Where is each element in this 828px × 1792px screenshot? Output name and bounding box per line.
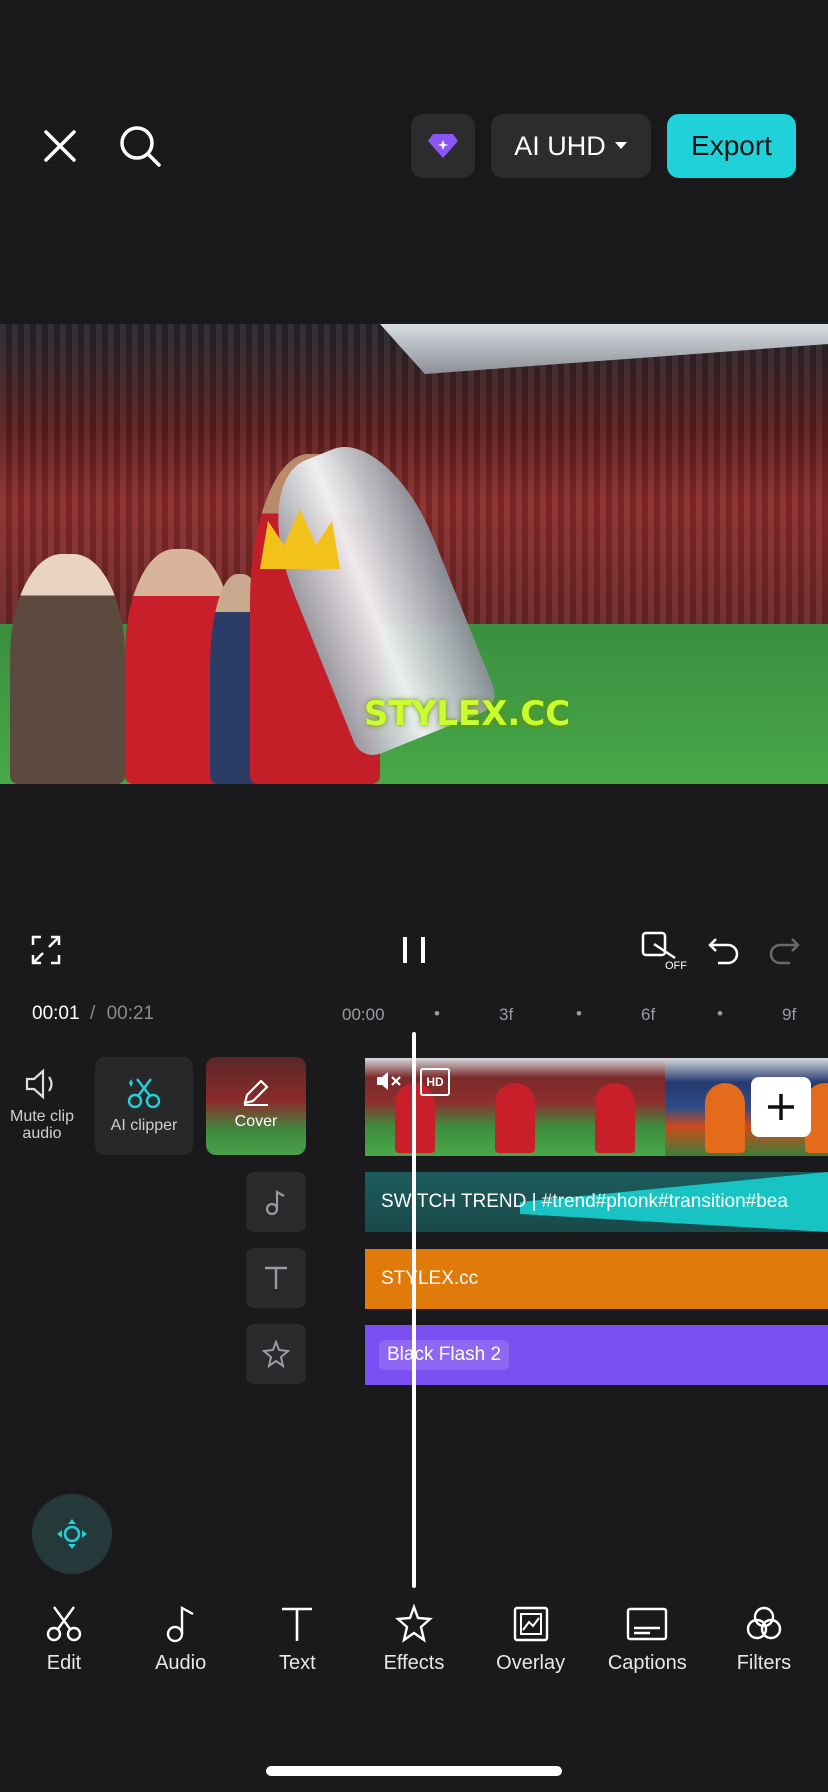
music-clip-title: SWITCH TREND | #trend#phonk#transition#b… [381, 1191, 788, 1212]
add-clip-button[interactable] [751, 1077, 811, 1137]
effect-clip-label: Black Flash 2 [379, 1340, 510, 1370]
toolbar-effects-label: Effects [383, 1652, 445, 1674]
export-button[interactable]: Export [667, 114, 796, 178]
video-thumbnail [465, 1058, 565, 1156]
toolbar-overlay[interactable]: Overlay [475, 1604, 587, 1704]
keyframe-button[interactable] [32, 1494, 112, 1574]
ruler-dot: • [717, 1004, 723, 1023]
cover-label: Cover [234, 1113, 278, 1130]
ai-clipper-label: AI clipper [110, 1117, 178, 1134]
music-clip-label: SWITCH TREND | #trend#phonk#transition#b… [365, 1172, 828, 1232]
text-clip[interactable]: STYLEX.cc [365, 1249, 828, 1309]
text-icon [282, 1607, 313, 1641]
mute-clip-audio-label: Mute clip audio [9, 1108, 75, 1142]
total-time-value: 00:21 [106, 1003, 155, 1024]
filters-icon [746, 1606, 782, 1640]
toolbar-effects[interactable]: Effects [358, 1604, 470, 1704]
add-text-track-button[interactable] [246, 1248, 306, 1308]
scissors-icon [46, 1606, 82, 1642]
quality-label: AI UHD [514, 130, 606, 161]
toolbar-captions-label: Captions [607, 1652, 687, 1674]
video-thumbnail [665, 1058, 765, 1156]
total-time: / 00:21 [90, 1003, 154, 1025]
ruler-dot: • [576, 1004, 582, 1023]
toolbar-edit[interactable]: Edit [8, 1604, 120, 1704]
watermark-text: STYLEX.CC [364, 694, 571, 734]
toolbar-audio-label: Audio [155, 1652, 207, 1674]
ruler-label: 9f [782, 1005, 797, 1024]
bottom-toolbar: Edit Audio Text Effects Overlay Captions… [0, 1604, 828, 1704]
toolbar-text-label: Text [278, 1652, 316, 1674]
caret-down-icon [614, 142, 627, 149]
current-time: 00:01 [32, 1003, 80, 1024]
quality-dropdown[interactable]: AI UHD [491, 114, 651, 178]
toolbar-audio[interactable]: Audio [125, 1604, 237, 1704]
toolbar-filters[interactable]: Filters [708, 1604, 820, 1704]
close-icon[interactable] [38, 124, 82, 168]
star-icon [395, 1604, 433, 1643]
ruler-dot: • [434, 1004, 440, 1023]
move-arrows-icon [57, 1519, 87, 1549]
time-separator: / [90, 1003, 96, 1024]
diamond-icon [428, 134, 458, 158]
ruler-label: 3f [499, 1005, 514, 1024]
pencil-icon [243, 1079, 269, 1106]
effect-clip[interactable]: Black Flash 2 [365, 1325, 828, 1385]
pause-icon[interactable] [396, 930, 432, 970]
ai-clipper-button[interactable]: AI clipper [95, 1057, 193, 1155]
svg-text:OFF: OFF [665, 960, 687, 970]
plus-icon [768, 1094, 794, 1120]
ai-clipper-icon [127, 1078, 161, 1109]
add-audio-track-button[interactable] [246, 1172, 306, 1232]
muted-icon [374, 1068, 404, 1094]
home-indicator[interactable] [266, 1766, 562, 1776]
toolbar-captions[interactable]: Captions [591, 1604, 703, 1704]
cover-button[interactable]: Cover [206, 1057, 306, 1155]
premium-button[interactable] [411, 114, 475, 178]
search-icon[interactable] [116, 122, 164, 170]
hd-badge-icon: HD [420, 1068, 450, 1096]
undo-icon[interactable] [706, 930, 742, 970]
effects-star-icon [262, 1340, 290, 1368]
redo-icon[interactable] [766, 930, 802, 970]
video-thumbnail [565, 1058, 665, 1156]
playhead[interactable] [412, 1032, 416, 1588]
ruler-label: 6f [641, 1005, 656, 1024]
text-icon [265, 1266, 287, 1289]
toolbar-overlay-label: Overlay [496, 1652, 566, 1674]
overlay-icon [513, 1606, 548, 1642]
mute-clip-audio-button[interactable]: Mute clip audio [2, 1068, 82, 1142]
music-note-icon [265, 1190, 285, 1215]
video-preview[interactable]: STYLEX.CC [0, 324, 828, 784]
music-note-icon [166, 1605, 194, 1643]
captions-icon [627, 1607, 668, 1641]
toolbar-filters-label: Filters [736, 1652, 792, 1674]
ruler-label: 00:00 [342, 1005, 385, 1024]
toolbar-edit-label: Edit [46, 1652, 82, 1674]
speaker-icon [25, 1068, 53, 1100]
fan-figure [10, 554, 125, 784]
text-clip-label: STYLEX.cc [381, 1268, 479, 1289]
preview-mode-off-icon[interactable]: OFF [640, 930, 688, 970]
add-effect-track-button[interactable] [246, 1324, 306, 1384]
fullscreen-icon[interactable] [30, 930, 62, 970]
toolbar-text[interactable]: Text [241, 1604, 353, 1704]
